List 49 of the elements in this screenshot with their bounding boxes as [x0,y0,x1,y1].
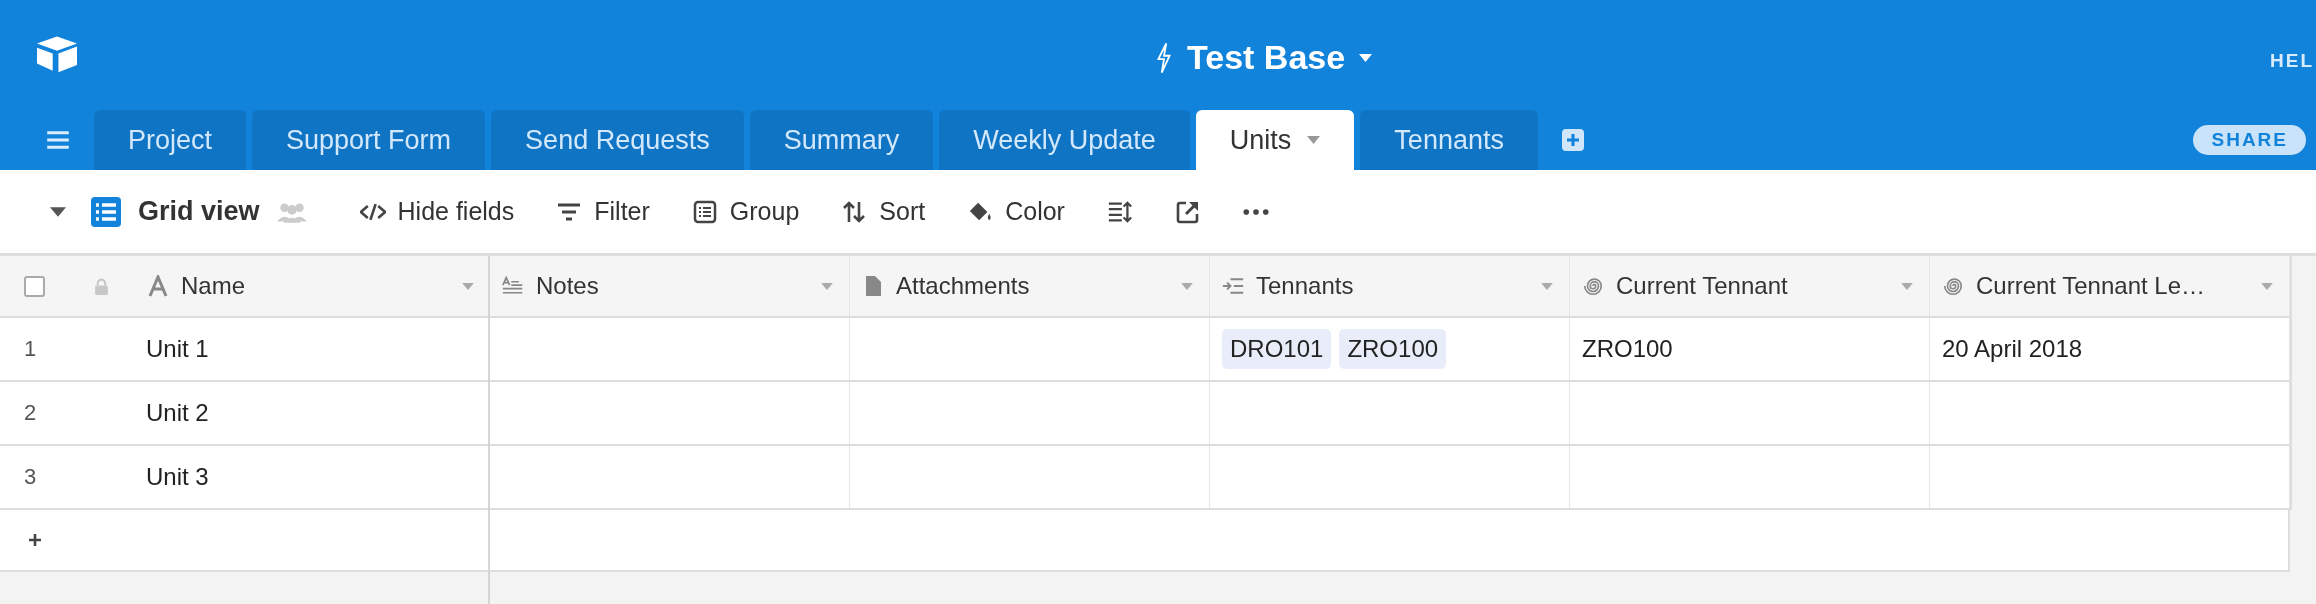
table-cell: Unit 2 [146,399,209,427]
lightning-icon [1155,41,1173,74]
add-row-icon[interactable] [28,533,42,547]
column-name: Current Tennant [1616,272,1789,300]
toolbar-button[interactable]: Color [961,193,1071,230]
caret-icon[interactable] [50,206,66,217]
linked-list-icon [1222,275,1244,297]
caret-icon[interactable] [1359,53,1373,62]
table-cell: Unit 1 [146,335,209,363]
table-tab[interactable]: Project [94,110,247,170]
column-name: Attachments [896,272,1031,300]
grid-icon [90,195,122,228]
sort-icon [841,199,868,224]
table-tab[interactable]: Support Form [252,110,486,170]
table-tab[interactable]: Tennants [1360,110,1538,170]
row-number: 3 [23,464,38,490]
toolbar-button[interactable]: Group [685,193,806,230]
long-text-icon [502,275,524,297]
table-cell: ZRO100 [1582,335,1673,363]
table-cell: Unit 3 [146,463,209,491]
column-name: Notes [536,272,600,300]
spiral-icon [1582,275,1604,297]
select-all-checkbox[interactable] [23,275,45,297]
letter-a-icon [147,275,169,297]
logo-icon[interactable] [34,35,80,75]
table-tab[interactable]: Send Requests [491,110,744,170]
toolbar-button[interactable]: Sort [835,193,932,230]
base-title[interactable]: Test Base [1187,38,1346,77]
toolbar-button[interactable]: Hide fields [353,193,521,230]
table-tab[interactable]: Weekly Update [939,110,1190,170]
toolbar-button[interactable]: Filter [550,193,656,230]
row-number: 1 [23,336,38,362]
column-name: Name [181,272,247,300]
row-height-icon[interactable] [1106,199,1133,224]
add-table-icon[interactable] [1561,129,1584,151]
column-name: Current Tennant Le… [1976,272,2207,300]
view-name[interactable]: Grid view [138,196,260,227]
spiral-icon [1942,275,1964,297]
lock-icon [94,277,109,295]
table-cell: 20 April 2018 [1942,335,2083,363]
table-tab[interactable]: Units [1195,110,1355,170]
linked-record-chip[interactable]: DRO101 [1222,329,1332,369]
external-link-icon[interactable] [1174,199,1201,224]
list-icon [691,199,718,224]
column-name: Tennants [1256,272,1355,300]
linked-record-chip[interactable]: ZRO100 [1339,329,1447,369]
menu-icon[interactable] [46,130,70,150]
table-tab[interactable]: Summary [749,110,934,170]
row-number: 2 [23,400,38,426]
